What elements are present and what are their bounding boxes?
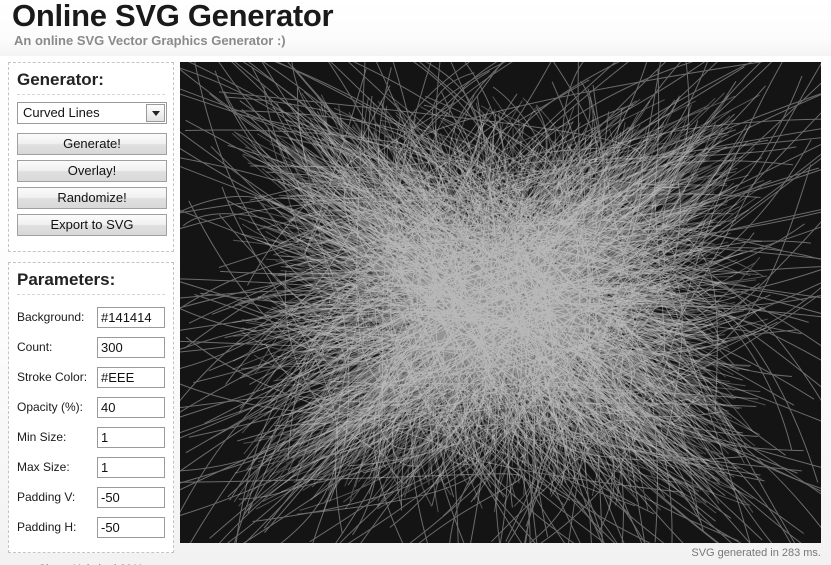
generate-button[interactable]: Generate! bbox=[17, 133, 167, 155]
parameters-panel-title: Parameters: bbox=[17, 270, 165, 295]
param-row-background: Background: bbox=[17, 302, 165, 332]
min-size-field[interactable] bbox=[97, 426, 165, 448]
param-label-opacity: Opacity (%): bbox=[17, 400, 84, 414]
count-field[interactable] bbox=[97, 336, 165, 358]
param-row-stroke-color: Stroke Color: bbox=[17, 362, 165, 392]
app-root: Online SVG Generator An online SVG Vecto… bbox=[0, 0, 831, 565]
param-label-count: Count: bbox=[17, 340, 53, 354]
generator-panel: Generator: Curved Lines Generate! Overla… bbox=[8, 62, 174, 252]
generator-panel-title: Generator: bbox=[17, 70, 165, 95]
status-bar: SVG generated in 283 ms. bbox=[0, 545, 831, 565]
param-label-min-size: Min Size: bbox=[17, 430, 67, 444]
param-label-stroke-color: Stroke Color: bbox=[17, 370, 88, 384]
svg-canvas[interactable] bbox=[180, 62, 821, 543]
padding-v-field[interactable] bbox=[97, 486, 165, 508]
param-row-padding-h: Padding H: bbox=[17, 512, 165, 542]
page-header: Online SVG Generator An online SVG Vecto… bbox=[0, 0, 831, 56]
sidebar: Generator: Curved Lines Generate! Overla… bbox=[8, 62, 174, 565]
param-label-padding-v: Padding V: bbox=[17, 490, 76, 504]
parameters-panel: Parameters: Background: Count: Stroke Co… bbox=[8, 262, 174, 553]
param-row-opacity: Opacity (%): bbox=[17, 392, 165, 422]
page-title: Online SVG Generator bbox=[12, 0, 334, 33]
max-size-field[interactable] bbox=[97, 456, 165, 478]
param-label-padding-h: Padding H: bbox=[17, 520, 77, 534]
background-field[interactable] bbox=[97, 306, 165, 328]
chevron-down-icon[interactable] bbox=[146, 104, 165, 122]
param-label-max-size: Max Size: bbox=[17, 460, 70, 474]
param-label-background: Background: bbox=[17, 310, 85, 324]
param-row-min-size: Min Size: bbox=[17, 422, 165, 452]
param-row-max-size: Max Size: bbox=[17, 452, 165, 482]
opacity-field[interactable] bbox=[97, 396, 165, 418]
stroke-color-field[interactable] bbox=[97, 366, 165, 388]
randomize-button[interactable]: Randomize! bbox=[17, 187, 167, 209]
overlay-button[interactable]: Overlay! bbox=[17, 160, 167, 182]
generator-type-select[interactable]: Curved Lines bbox=[17, 102, 167, 124]
generator-type-value: Curved Lines bbox=[23, 105, 100, 120]
param-row-count: Count: bbox=[17, 332, 165, 362]
status-message: SVG generated in 283 ms. bbox=[691, 547, 821, 559]
export-to-svg-button[interactable]: Export to SVG bbox=[17, 214, 167, 236]
param-row-padding-v: Padding V: bbox=[17, 482, 165, 512]
page-subtitle: An online SVG Vector Graphics Generator … bbox=[14, 33, 286, 48]
padding-h-field[interactable] bbox=[97, 516, 165, 538]
